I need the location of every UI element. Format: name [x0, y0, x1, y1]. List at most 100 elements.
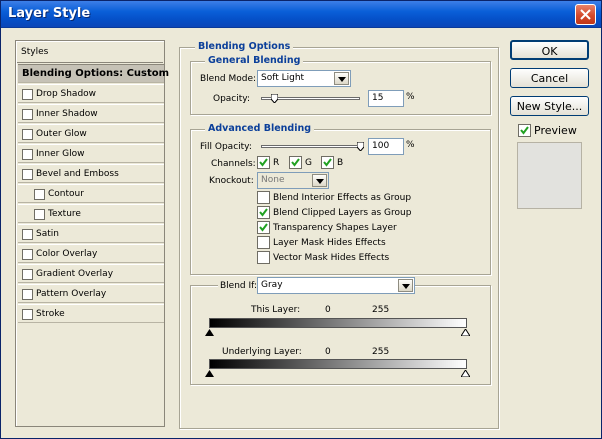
styles-item-drop-shadow[interactable]: Drop Shadow — [18, 84, 164, 103]
styles-item-label: Texture — [48, 209, 81, 219]
this-layer-label: This Layer: — [251, 305, 301, 315]
blend-mode-value: Soft Light — [261, 73, 305, 83]
knockout-select[interactable]: None — [257, 172, 329, 189]
checkbox[interactable] — [22, 269, 33, 280]
underlying-layer-min: 0 — [325, 347, 331, 357]
title-bar[interactable]: Layer Style — [1, 1, 601, 28]
underlying-layer-label: Underlying Layer: — [222, 347, 302, 357]
blend-mode-select[interactable]: Soft Light — [257, 70, 351, 87]
blend-interior-label: Blend Interior Effects as Group — [273, 193, 412, 203]
underlying-layer-black-handle[interactable] — [205, 370, 214, 377]
checkbox[interactable] — [22, 89, 33, 100]
checkbox[interactable] — [22, 149, 33, 160]
close-button[interactable] — [575, 4, 596, 25]
styles-item-label: Bevel and Emboss — [36, 169, 119, 179]
preview-label: Preview — [534, 124, 577, 137]
styles-item-outer-glow[interactable]: Outer Glow — [18, 124, 164, 143]
channel-g-label: G — [305, 158, 312, 168]
styles-item-stroke[interactable]: Stroke — [18, 304, 164, 323]
channel-b-checkbox[interactable] — [321, 156, 334, 169]
styles-item-label: Pattern Overlay — [36, 289, 107, 299]
dropdown-button[interactable] — [312, 174, 327, 187]
this-layer-black-handle[interactable] — [205, 329, 214, 336]
underlying-layer-max: 255 — [372, 347, 390, 357]
checkbox[interactable] — [34, 189, 45, 200]
chevron-down-icon — [402, 284, 410, 289]
fill-opacity-percent: % — [406, 140, 415, 150]
styles-item-inner-glow[interactable]: Inner Glow — [18, 144, 164, 163]
this-layer-max: 255 — [372, 305, 390, 315]
checkbox[interactable] — [22, 289, 33, 300]
blend-clipped-checkbox[interactable] — [257, 206, 270, 219]
styles-item-label: Satin — [36, 229, 59, 239]
dropdown-button[interactable] — [334, 72, 349, 85]
styles-item-texture[interactable]: Texture — [18, 204, 164, 223]
checkbox[interactable] — [22, 309, 33, 320]
styles-item-label: Color Overlay — [36, 249, 98, 259]
checkbox[interactable] — [22, 169, 33, 180]
fill-opacity-slider[interactable] — [261, 142, 364, 151]
styles-item-gradient-overlay[interactable]: Gradient Overlay — [18, 264, 164, 283]
opacity-slider[interactable] — [261, 94, 360, 103]
blend-mode-label: Blend Mode: — [200, 74, 257, 84]
slider-thumb[interactable] — [357, 142, 364, 151]
transparency-shapes-label: Transparency Shapes Layer — [273, 223, 397, 233]
checkmark-icon — [259, 223, 268, 232]
underlying-layer-white-handle[interactable] — [461, 370, 470, 377]
vector-mask-hides-checkbox[interactable] — [257, 251, 270, 264]
checkbox[interactable] — [22, 129, 33, 140]
checkmark-icon — [520, 126, 529, 135]
close-icon — [580, 9, 591, 20]
ok-button[interactable]: OK — [510, 40, 589, 60]
styles-item-satin[interactable]: Satin — [18, 224, 164, 243]
this-layer-min: 0 — [325, 305, 331, 315]
channel-g-checkbox[interactable] — [289, 156, 302, 169]
underlying-layer-gradient[interactable] — [209, 359, 467, 369]
channel-r-checkbox[interactable] — [257, 156, 270, 169]
blend-clipped-label: Blend Clipped Layers as Group — [273, 208, 412, 218]
cancel-button[interactable]: Cancel — [510, 68, 589, 88]
styles-item-label: Inner Glow — [36, 149, 85, 159]
opacity-input[interactable]: 15 — [368, 90, 404, 107]
this-layer-white-handle[interactable] — [461, 329, 470, 336]
this-layer-gradient[interactable] — [209, 318, 467, 328]
channel-b-label: B — [337, 158, 344, 168]
dropdown-button[interactable] — [398, 279, 413, 292]
layer-mask-hides-checkbox[interactable] — [257, 236, 270, 249]
slider-track — [261, 145, 364, 148]
checkbox[interactable] — [34, 209, 45, 220]
knockout-label: Knockout: — [209, 176, 254, 186]
fill-opacity-label: Fill Opacity: — [200, 142, 252, 152]
opacity-label: Opacity: — [213, 94, 250, 104]
checkbox[interactable] — [22, 229, 33, 240]
transparency-shapes-checkbox[interactable] — [257, 221, 270, 234]
styles-item-blending-options[interactable]: Blending Options: Custom — [18, 64, 169, 83]
preview-swatch — [517, 142, 582, 209]
styles-item-color-overlay[interactable]: Color Overlay — [18, 244, 164, 263]
channel-r-label: R — [273, 158, 280, 168]
checkbox[interactable] — [22, 249, 33, 260]
styles-item-label: Blending Options: Custom — [22, 68, 170, 79]
chevron-down-icon — [316, 179, 324, 184]
advanced-blending-title: Advanced Blending — [205, 123, 315, 134]
chevron-down-icon — [338, 77, 346, 82]
slider-thumb[interactable] — [271, 94, 278, 103]
styles-header[interactable]: Styles — [17, 42, 163, 63]
blend-if-select[interactable]: Gray — [257, 277, 415, 294]
blend-if-label: Blend If: — [218, 281, 260, 291]
layer-style-dialog: Layer Style Styles Blending Options: Cus… — [0, 0, 602, 439]
channels-label: Channels: — [211, 159, 256, 169]
styles-item-contour[interactable]: Contour — [18, 184, 164, 203]
checkbox[interactable] — [22, 109, 33, 120]
blend-interior-checkbox[interactable] — [257, 191, 270, 204]
styles-item-pattern-overlay[interactable]: Pattern Overlay — [18, 284, 164, 303]
styles-item-inner-shadow[interactable]: Inner Shadow — [18, 104, 164, 123]
general-blending-title: General Blending — [205, 55, 304, 66]
styles-item-label: Gradient Overlay — [36, 269, 114, 279]
fill-opacity-input[interactable]: 100 — [368, 138, 404, 155]
styles-item-bevel-emboss[interactable]: Bevel and Emboss — [18, 164, 164, 183]
blend-if-value: Gray — [261, 280, 283, 290]
preview-checkbox[interactable] — [518, 124, 531, 137]
styles-item-label: Stroke — [36, 309, 65, 319]
new-style-button[interactable]: New Style... — [510, 96, 589, 116]
